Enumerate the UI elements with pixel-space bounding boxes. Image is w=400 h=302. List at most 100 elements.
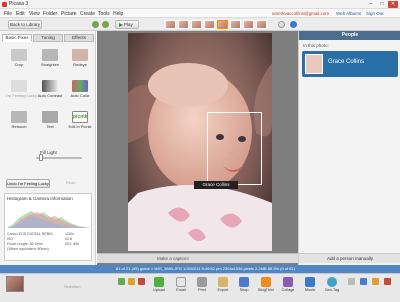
toolbar: Back to Library Play [0, 18, 400, 31]
retouch-button[interactable]: Retouch [6, 111, 32, 131]
histogram-graph [7, 211, 91, 228]
view-icon[interactable] [360, 278, 367, 285]
sign-out-link[interactable]: Sign Out [366, 11, 384, 16]
back-to-library-button[interactable]: Back to Library [8, 20, 42, 29]
undo-button[interactable]: Undo I'm Feeling Lucky [6, 179, 50, 188]
print-button[interactable]: Print [192, 276, 212, 302]
person-card[interactable]: Grace Collins [302, 51, 398, 77]
camera-info-value: 1/30s [65, 232, 74, 236]
edit-in-picnik-button[interactable]: picnik Edit in Picnik [67, 111, 93, 131]
people-panel-header: People [299, 31, 400, 40]
edit-panel: Basic Fixes Tuning Effects Crop Straight… [0, 31, 96, 265]
close-button[interactable]: ✕ [388, 1, 398, 8]
slideshow-play-button[interactable]: Play [115, 20, 139, 29]
feeling-lucky-button[interactable]: I'm Feeling Lucky [6, 80, 37, 100]
rotate-right-icon[interactable] [102, 21, 109, 28]
shop-label: Shop [239, 288, 249, 292]
previous-photo-icon[interactable] [278, 21, 285, 28]
menu-edit[interactable]: Edit [16, 11, 25, 17]
auto-color-label: Auto Color [70, 93, 90, 98]
straighten-icon [42, 49, 58, 61]
blog-icon [261, 277, 271, 287]
picnik-icon: picnik [72, 111, 88, 123]
movie-button[interactable]: Movie [300, 276, 320, 302]
blogthis-button[interactable]: BlogThis! [256, 276, 276, 302]
redeye-button[interactable]: Redeye [67, 49, 93, 69]
face-tag-box[interactable] [207, 112, 262, 185]
filmstrip-thumbnail[interactable] [230, 20, 241, 29]
redeye-icon [72, 49, 88, 61]
lucky-icon [11, 80, 27, 92]
rotate-icon[interactable] [138, 278, 145, 285]
redo-button[interactable]: Redo [66, 180, 76, 185]
text-icon [42, 111, 58, 123]
maximize-button[interactable]: □ [377, 1, 387, 8]
auto-color-button[interactable]: Auto Color [67, 80, 93, 100]
email-label: Email [176, 288, 186, 292]
geotag-button[interactable]: Geo-Tag [322, 276, 342, 302]
minimize-button[interactable]: – [366, 1, 376, 8]
people-panel: People In this photo: Grace Collins Add … [298, 31, 400, 265]
fill-light-slider-handle[interactable] [39, 154, 43, 161]
thumbnail-zoom-icon[interactable] [348, 278, 355, 285]
upload-label: Upload [152, 288, 166, 292]
person-avatar [305, 54, 323, 74]
edit-tabs: Basic Fixes Tuning Effects [2, 34, 94, 42]
edit-in-picnik-label: Edit in Picnik [68, 124, 92, 129]
crop-button[interactable]: Crop [6, 49, 32, 69]
menu-view[interactable]: View [29, 11, 40, 17]
tab-effects[interactable]: Effects [64, 34, 94, 42]
camera-info-line: Canon EOS DIGITAL REBEL [7, 232, 54, 236]
face-tag-name[interactable]: Grace Collins [194, 181, 238, 189]
tab-tuning[interactable]: Tuning [33, 34, 63, 42]
filmstrip-thumbnail[interactable] [178, 20, 189, 29]
filmstrip-thumbnail-selected[interactable] [217, 20, 228, 29]
menu-bar: File Edit View Folder Picture Create Too… [0, 9, 400, 18]
menu-tools[interactable]: Tools [98, 11, 110, 17]
filmstrip-thumbnail[interactable] [256, 20, 267, 29]
status-text: 81 of 21 (45) grace > IMG_3683.JPG 1/30/… [116, 266, 296, 271]
collage-label: Collage [281, 288, 295, 292]
collage-button[interactable]: Collage [278, 276, 298, 302]
camera-info-line: ISO [7, 237, 14, 241]
filmstrip-thumbnail[interactable] [165, 20, 176, 29]
play-button-label: Play [124, 22, 133, 27]
menu-help[interactable]: Help [113, 11, 123, 17]
shop-button[interactable]: Shop [234, 276, 254, 302]
email-icon [176, 277, 186, 287]
auto-contrast-button[interactable]: Auto Contrast [37, 80, 63, 100]
web-albums-link[interactable]: Web Albums [336, 11, 361, 16]
straighten-button[interactable]: Straighten [37, 49, 63, 69]
movie-label: Movie [304, 288, 316, 292]
upload-icon [154, 277, 164, 287]
person-name: Grace Collins [328, 59, 365, 65]
caption-input[interactable]: Make a caption! [157, 256, 189, 261]
upload-button[interactable]: Upload [149, 276, 169, 302]
email-button[interactable]: Email [171, 276, 191, 302]
menu-folder[interactable]: Folder [43, 11, 57, 17]
filmstrip-thumbnail[interactable] [243, 20, 254, 29]
rotate-left-icon[interactable] [92, 21, 99, 28]
photo-tray-thumbnail[interactable] [6, 276, 24, 292]
menu-picture[interactable]: Picture [61, 11, 77, 17]
filmstrip-thumbnail[interactable] [191, 20, 202, 29]
camera-info-value: f/2.8 [65, 237, 72, 241]
people-icon[interactable] [372, 278, 379, 285]
hold-icon[interactable] [118, 278, 125, 285]
text-button[interactable]: Text [37, 111, 63, 131]
people-panel-subheader: In this photo: [303, 43, 329, 48]
menu-create[interactable]: Create [80, 11, 95, 17]
tab-basic-fixes[interactable]: Basic Fixes [2, 34, 32, 42]
next-photo-icon[interactable] [290, 21, 297, 28]
export-label: Export [217, 288, 229, 292]
camera-info-line: Focal Length: 50.0mm [7, 242, 43, 246]
print-label: Print [198, 288, 206, 292]
export-button[interactable]: Export [213, 276, 233, 302]
menu-file[interactable]: File [4, 11, 12, 17]
tags-icon[interactable] [384, 278, 391, 285]
filmstrip-thumbnail[interactable] [204, 20, 215, 29]
add-person-button[interactable]: Add a person manually [299, 253, 400, 263]
caption-bar: Make a caption! [97, 253, 298, 263]
export-icon [218, 277, 228, 287]
star-icon[interactable] [128, 278, 135, 285]
